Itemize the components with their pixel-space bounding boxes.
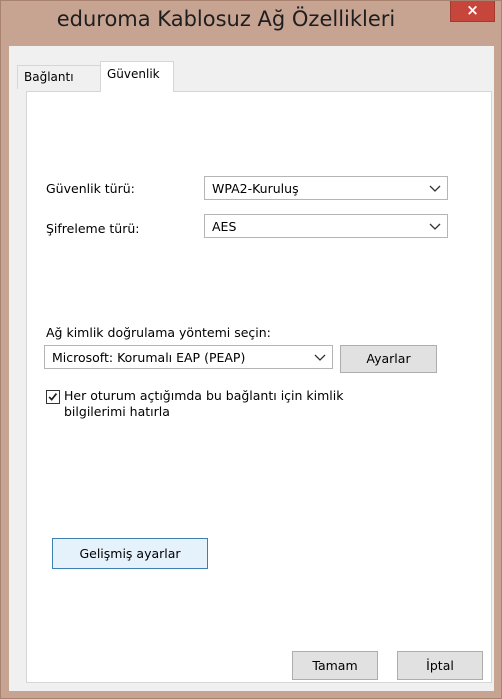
tab-guvenlik[interactable]: Güvenlik	[100, 61, 174, 92]
chevron-down-icon	[429, 223, 441, 230]
ok-button[interactable]: Tamam	[292, 651, 378, 680]
window-title: eduroma Kablosuz Ağ Özellikleri	[56, 7, 396, 31]
auth-settings-button[interactable]: Ayarlar	[340, 345, 437, 373]
remember-credentials-label-line1: Her oturum açtığımda bu bağlantı için ki…	[64, 388, 344, 403]
encryption-type-value: AES	[212, 219, 237, 234]
remember-credentials-checkbox[interactable]	[46, 390, 60, 404]
dialog-client-area: Bağlantı Güvenlik Güvenlik türü: WPA2-Ku…	[9, 46, 494, 691]
security-type-select[interactable]: WPA2-Kuruluş	[204, 176, 448, 200]
advanced-settings-button[interactable]: Gelişmiş ayarlar	[52, 538, 208, 569]
auth-method-label: Ağ kimlik doğrulama yöntemi seçin:	[46, 325, 271, 340]
auth-method-select[interactable]: Microsoft: Korumalı EAP (PEAP)	[44, 345, 333, 369]
tab-label: Güvenlik	[107, 67, 160, 81]
checkmark-icon	[48, 393, 58, 401]
title-bar[interactable]: eduroma Kablosuz Ağ Özellikleri ×	[1, 1, 501, 45]
dialog-window: eduroma Kablosuz Ağ Özellikleri × Bağlan…	[0, 0, 502, 699]
encryption-type-select[interactable]: AES	[204, 214, 448, 238]
tab-label: Bağlantı	[24, 70, 74, 84]
remember-credentials-label-line2: bilgilerimi hatırla	[64, 404, 170, 419]
chevron-down-icon	[429, 185, 441, 192]
auth-method-value: Microsoft: Korumalı EAP (PEAP)	[52, 350, 246, 365]
tab-baglanti[interactable]: Bağlantı	[17, 65, 101, 89]
close-icon: ×	[466, 1, 479, 19]
security-type-label: Güvenlik türü:	[46, 181, 135, 196]
cancel-button[interactable]: İptal	[397, 651, 483, 680]
encryption-type-label: Şifreleme türü:	[46, 221, 140, 236]
chevron-down-icon	[314, 354, 326, 361]
security-type-value: WPA2-Kuruluş	[212, 181, 299, 196]
close-button[interactable]: ×	[450, 1, 495, 22]
security-tab-panel: Güvenlik türü: WPA2-Kuruluş Şifreleme tü…	[26, 91, 492, 683]
